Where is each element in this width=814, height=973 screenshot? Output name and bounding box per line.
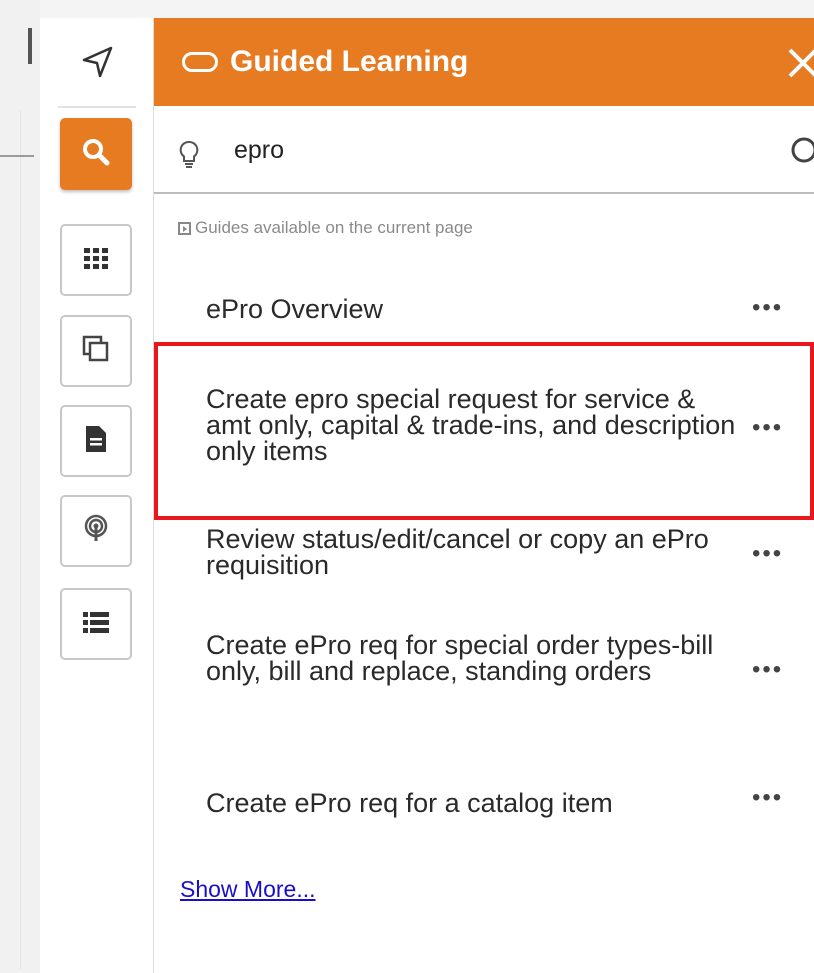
more-options-icon[interactable]: •••	[752, 786, 783, 810]
guided-learning-logo-icon	[182, 52, 218, 72]
guide-item[interactable]: Create ePro req for special order types-…	[154, 630, 814, 730]
document-button[interactable]	[60, 405, 132, 477]
more-options-icon[interactable]: •••	[752, 542, 783, 566]
search-bar	[154, 106, 814, 194]
section-label-text: Guides available on the current page	[195, 218, 473, 237]
play-box-icon	[178, 221, 191, 235]
search-icon	[81, 137, 111, 171]
grid-icon	[83, 245, 109, 275]
guide-item-label: Review status/edit/cancel or copy an ePr…	[206, 524, 709, 580]
panel-header: Guided Learning	[154, 18, 814, 106]
navigation-arrow-icon[interactable]	[75, 40, 119, 84]
broadcast-button[interactable]	[60, 495, 132, 567]
close-icon[interactable]	[782, 40, 814, 84]
guided-learning-panel: Guided Learning Guides available on the …	[154, 18, 814, 973]
background-tick	[0, 155, 34, 157]
background-page	[0, 0, 40, 973]
search-button[interactable]	[60, 118, 132, 190]
guide-item[interactable]: Review status/edit/cancel or copy an ePr…	[154, 524, 814, 594]
document-icon	[83, 424, 109, 458]
list-icon	[82, 609, 110, 639]
guide-item[interactable]: Create ePro req for a catalog item •••	[154, 786, 814, 828]
grid-button[interactable]	[60, 224, 132, 296]
search-input[interactable]	[234, 130, 754, 170]
show-more-link[interactable]: Show More...	[180, 876, 316, 903]
broadcast-icon	[81, 514, 111, 548]
background-gridline	[20, 110, 21, 970]
guide-item-label: Create ePro req for special order types-…	[206, 630, 714, 686]
background-mark	[28, 28, 32, 64]
side-rail	[40, 18, 154, 973]
panel-title: Guided Learning	[230, 45, 469, 78]
copy-icon	[81, 334, 111, 368]
section-label: Guides available on the current page	[178, 218, 473, 238]
copy-button[interactable]	[60, 315, 132, 387]
rail-divider	[58, 106, 136, 108]
guide-item[interactable]: ePro Overview •••	[154, 288, 814, 338]
lightbulb-icon	[178, 140, 200, 170]
guide-item-label: Create epro special request for service …	[206, 384, 736, 466]
list-button[interactable]	[60, 588, 132, 660]
more-options-icon[interactable]: •••	[752, 658, 783, 682]
more-options-icon[interactable]: •••	[752, 416, 783, 440]
more-options-icon[interactable]: •••	[752, 296, 783, 320]
guide-item-highlighted[interactable]: Create epro special request for service …	[154, 342, 814, 520]
guide-item-label: ePro Overview	[206, 294, 384, 324]
guide-item-label: Create ePro req for a catalog item	[206, 788, 613, 818]
search-submit-icon[interactable]	[790, 136, 814, 166]
